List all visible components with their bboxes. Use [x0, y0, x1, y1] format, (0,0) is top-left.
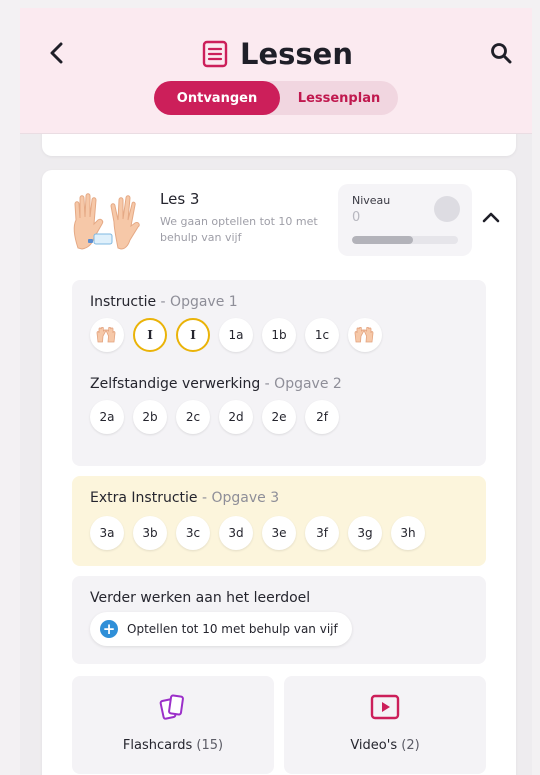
exercise-chip[interactable]: 2d [219, 400, 253, 434]
cards-icon [159, 694, 184, 720]
flashcards-tile[interactable]: Flashcards (15) [72, 676, 274, 774]
tab-lessenplan[interactable]: Lessenplan [280, 81, 398, 115]
raised-hands-icon [73, 193, 140, 250]
exercise-chip[interactable]: 3c [176, 516, 210, 550]
page-title: Lessen [240, 37, 353, 71]
exercise-chip[interactable]: 3f [305, 516, 339, 550]
verder-werken-section: Verder werken aan het leerdoel + Optelle… [72, 576, 486, 664]
tab-ontvangen[interactable]: Ontvangen [154, 81, 280, 115]
exercise-chip[interactable]: 3b [133, 516, 167, 550]
app-screen: Lessen Ontvangen Lessenplan Les 3 We gaa… [20, 8, 532, 775]
exercise-chip[interactable]: 2e [262, 400, 296, 434]
back-button[interactable] [44, 40, 70, 66]
lesson-card: Les 3 We gaan optellen tot 10 met behulp… [42, 170, 516, 775]
niveau-label: Niveau [352, 194, 391, 207]
chevron-up-icon [482, 212, 500, 223]
videos-label: Video's (2) [350, 738, 420, 753]
zelfstandig-exercise-list: 2a 2b 2c 2d 2e 2f [90, 400, 339, 434]
extra-instructie-section: Extra Instructie - Opgave 3 3a 3b 3c 3d 3e 3f… [72, 476, 486, 566]
raised-hands-icon [96, 327, 116, 343]
videos-tile[interactable]: Video's (2) [284, 676, 486, 774]
niveau-value: 0 [352, 210, 361, 225]
collapse-button[interactable] [478, 204, 504, 230]
extra-exercise-list: 3a 3b 3c 3d 3e 3f 3g 3h [90, 516, 425, 550]
niveau-progress-fill [352, 236, 414, 244]
tab-switcher: Ontvangen Lessenplan [154, 81, 398, 115]
search-button[interactable] [488, 40, 514, 66]
lesson-title: Les 3 [160, 190, 200, 208]
exercise-chip[interactable]: 3a [90, 516, 124, 550]
lesson-subtitle: We gaan optellen tot 10 met behulp van v… [160, 215, 318, 244]
exercise-chip[interactable]: 1b [262, 318, 296, 352]
extra-instructie-heading: Extra Instructie - Opgave 3 [90, 490, 280, 506]
exercise-chip-hands[interactable] [90, 318, 124, 352]
exercise-chip[interactable]: I [176, 318, 210, 352]
zelfstandig-heading: Zelfstandige verwerking - Opgave 2 [90, 376, 342, 392]
learning-goal-label: Optellen tot 10 met behulp van vijf [127, 622, 338, 636]
app-header: Lessen Ontvangen Lessenplan [20, 8, 532, 134]
exercise-chip-hands[interactable] [348, 318, 382, 352]
exercise-chip[interactable]: 3g [348, 516, 382, 550]
list-icon [202, 40, 228, 68]
chevron-left-icon [50, 42, 63, 64]
instructie-zelfstandig-section: Instructie - Opgave 1 I I 1a 1b 1c Zelfstand… [72, 280, 486, 466]
raised-hands-icon [354, 327, 374, 343]
exercise-chip[interactable]: 2b [133, 400, 167, 434]
exercise-chip[interactable]: 3e [262, 516, 296, 550]
exercise-chip[interactable]: 2f [305, 400, 339, 434]
exercise-chip[interactable]: 2c [176, 400, 210, 434]
page-title-group: Lessen [202, 34, 353, 74]
flashcards-label: Flashcards (15) [122, 738, 224, 753]
instructie-exercise-list: I I 1a 1b 1c [90, 318, 382, 352]
instructie-heading: Instructie - Opgave 1 [90, 294, 238, 310]
exercise-chip[interactable]: 3h [391, 516, 425, 550]
niveau-panel: Niveau 0 [338, 184, 472, 256]
exercise-chip[interactable]: 2a [90, 400, 124, 434]
verder-werken-heading: Verder werken aan het leerdoel [90, 590, 311, 606]
niveau-indicator-dot [434, 196, 460, 222]
video-play-icon [370, 694, 400, 720]
exercise-chip[interactable]: 1a [219, 318, 253, 352]
exercise-chip[interactable]: I [133, 318, 167, 352]
niveau-progress-bar [352, 236, 458, 244]
exercise-chip[interactable]: 1c [305, 318, 339, 352]
search-icon [491, 43, 512, 64]
learning-goal-pill[interactable]: + Optellen tot 10 met behulp van vijf [90, 612, 352, 646]
plus-icon: + [100, 620, 118, 638]
exercise-chip[interactable]: 3d [219, 516, 253, 550]
